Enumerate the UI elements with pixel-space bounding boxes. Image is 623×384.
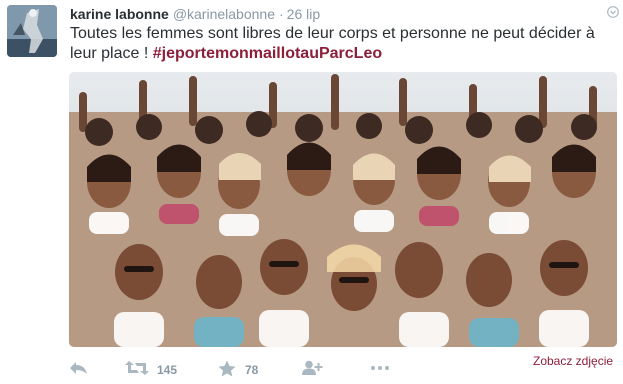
tweet-photo[interactable] <box>69 72 617 347</box>
hashtag-link[interactable]: #jeportemonmaillotauParcLeo <box>153 45 382 62</box>
view-photo-link[interactable]: Zobacz zdjęcie <box>533 354 613 368</box>
reply-button[interactable] <box>69 360 89 380</box>
retweet-icon <box>125 361 149 375</box>
chevron-down-icon[interactable] <box>607 6 619 18</box>
user-fullname[interactable]: karine labonne <box>70 6 169 22</box>
avatar-image <box>7 5 57 57</box>
follow-button[interactable] <box>301 360 323 380</box>
tweet-timestamp[interactable]: 26 lip <box>287 6 320 22</box>
favorite-count: 78 <box>245 363 259 377</box>
tweet: karine labonne @karinelabonne · 26 lip Tout… <box>0 0 623 384</box>
separator: · <box>278 6 284 22</box>
user-handle[interactable]: @karinelabonne <box>173 6 275 22</box>
retweet-count: 145 <box>157 363 178 377</box>
star-icon <box>218 360 236 377</box>
more-button[interactable] <box>369 360 391 380</box>
crowd-photo-image <box>69 72 617 347</box>
avatar[interactable] <box>7 5 57 57</box>
more-icon <box>371 366 389 370</box>
reply-icon <box>70 362 87 374</box>
retweet-button[interactable]: 145 <box>125 360 195 380</box>
favorite-button[interactable]: 78 <box>218 360 278 380</box>
tweet-text: Toutes les femmes sont libres de leur co… <box>70 24 615 64</box>
tweet-header: karine labonne @karinelabonne · 26 lip <box>70 5 320 23</box>
follow-icon <box>302 360 323 375</box>
